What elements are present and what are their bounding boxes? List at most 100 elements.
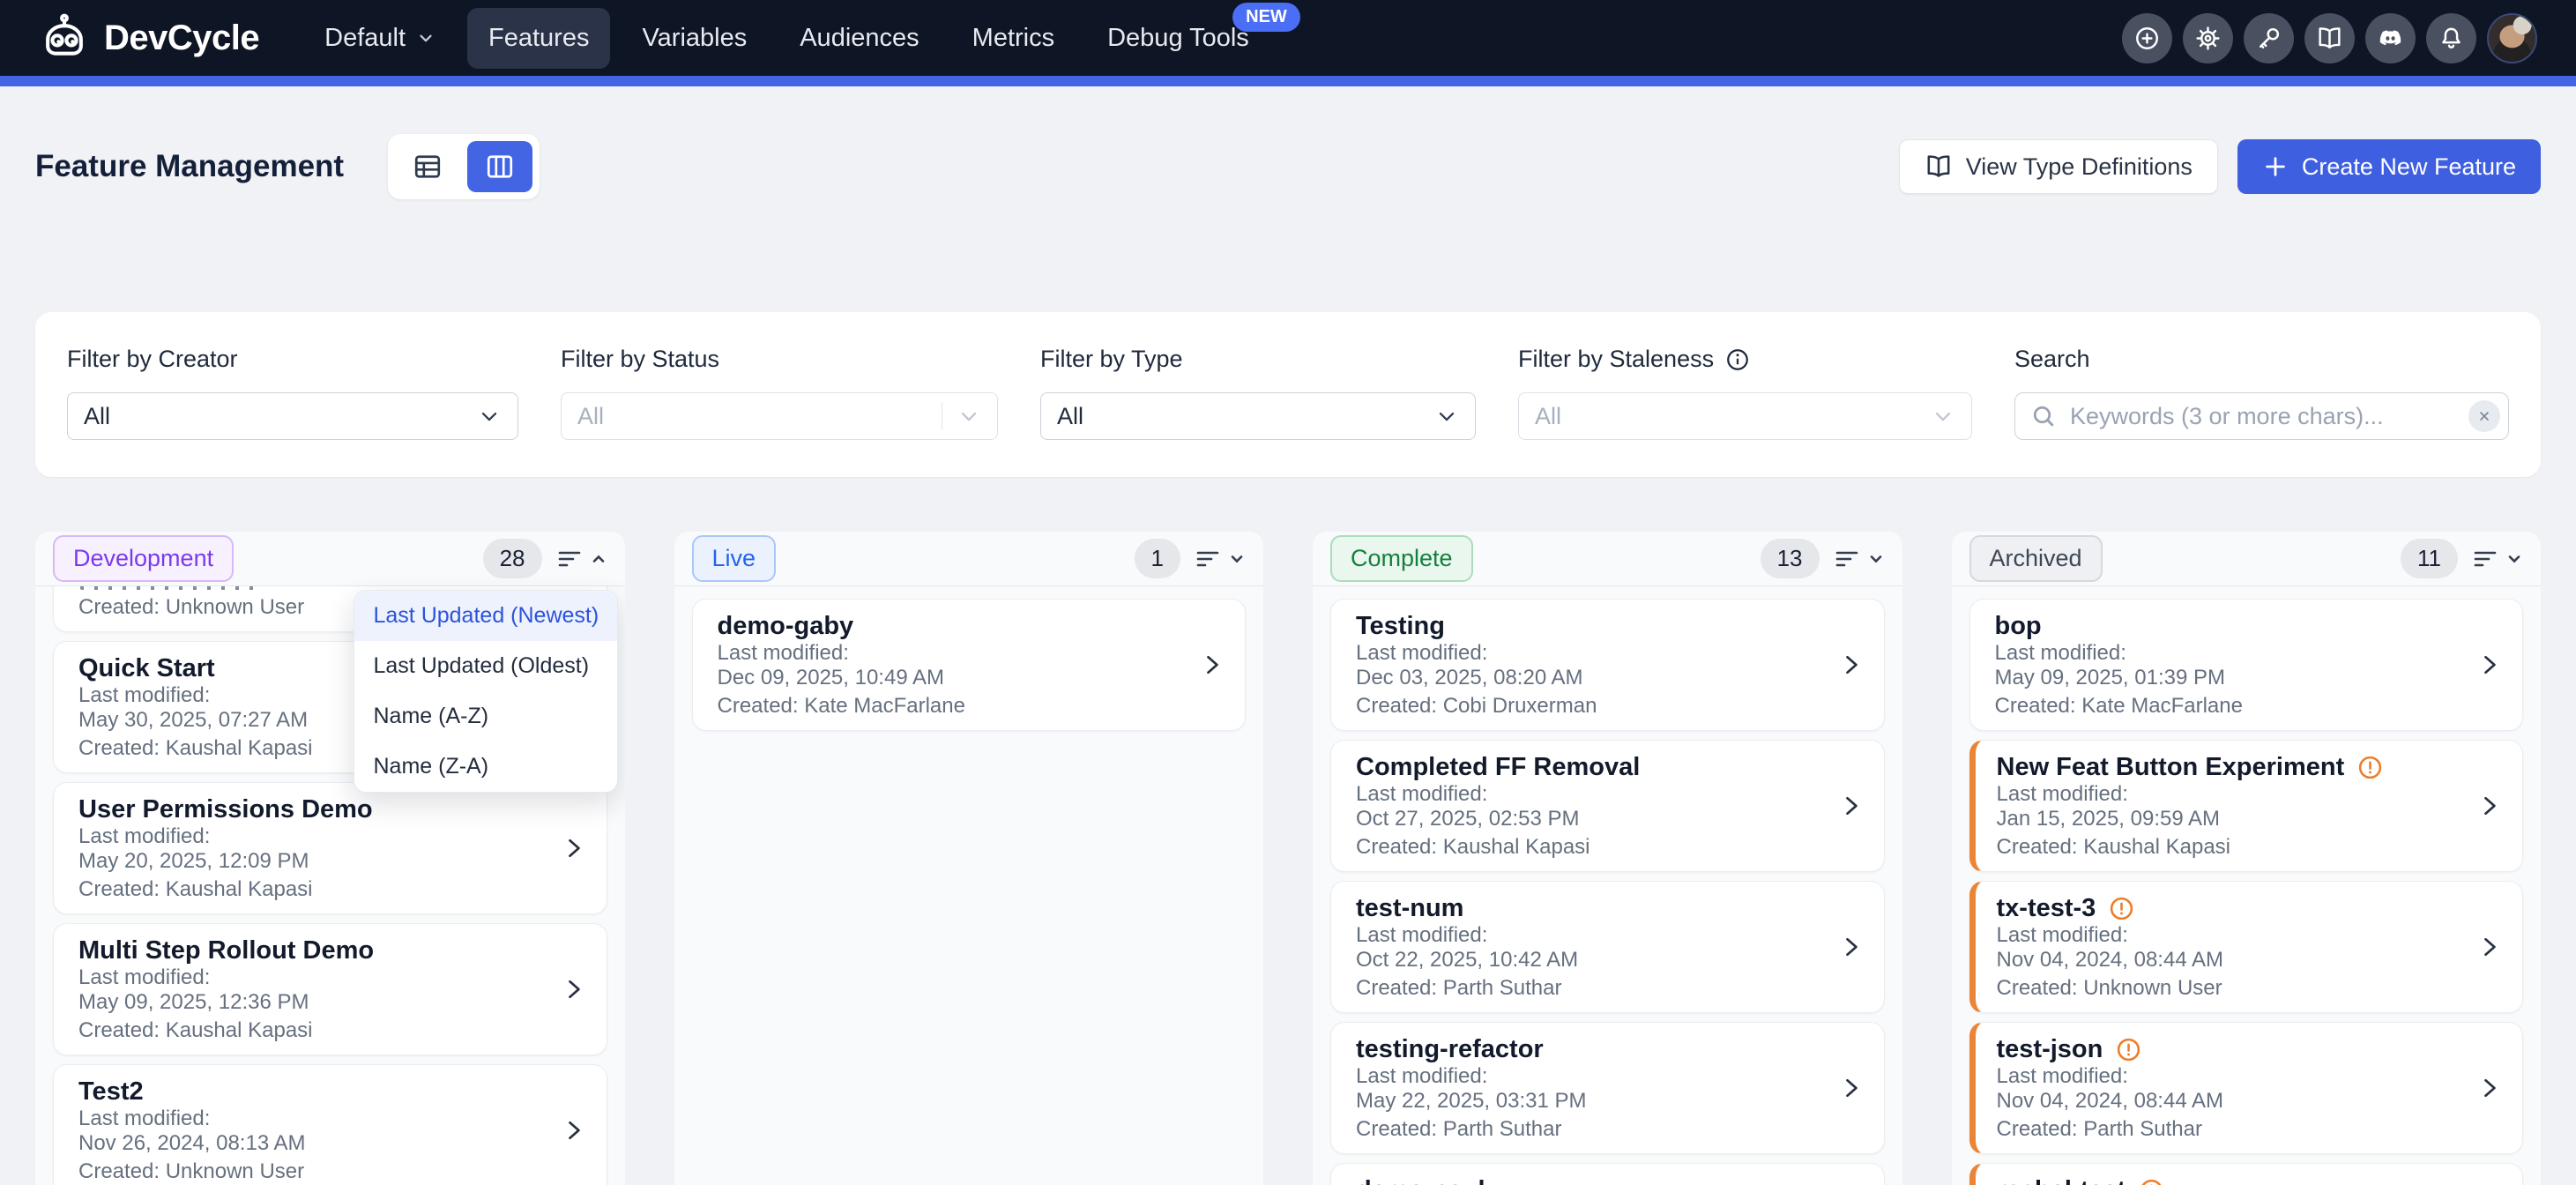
feature-card[interactable]: User Permissions Demo Last modified: May… [53, 782, 607, 914]
feature-card[interactable]: rachel-test [1969, 1163, 2524, 1185]
last-modified-label: Last modified: [1997, 923, 2461, 948]
chevron-right-icon[interactable] [561, 977, 585, 1002]
table-view-button[interactable] [395, 141, 460, 192]
last-modified-label: Last modified: [78, 965, 545, 990]
card-created: Created: Unknown User [1997, 976, 2461, 1001]
filter-creator-select[interactable]: All [67, 392, 518, 440]
column-archived: Archived 11 bop Last modified: May 09, 2… [1952, 532, 2542, 1185]
stale-warning-icon [2138, 1177, 2165, 1185]
app-root: DevCycle Default Features Variables Audi… [0, 0, 2576, 1185]
card-date: Oct 27, 2025, 02:53 PM [1356, 807, 1822, 831]
feature-card[interactable]: Multi Step Rollout Demo Last modified: M… [53, 923, 607, 1055]
navbar-actions [2122, 13, 2537, 63]
column-complete-header: Complete 13 [1313, 532, 1902, 586]
clear-search-button[interactable] [2468, 400, 2500, 432]
card-date: May 09, 2025, 12:36 PM [78, 990, 545, 1015]
api-keys-button[interactable] [2244, 13, 2294, 63]
main-content: Feature Management View Type Definitions… [0, 134, 2576, 1185]
discord-button[interactable] [2365, 13, 2416, 63]
chevron-right-icon[interactable] [2476, 935, 2501, 959]
feature-card[interactable]: test-json Last modified: Nov 04, 2024, 0… [1969, 1022, 2524, 1154]
add-circle-button[interactable] [2122, 13, 2172, 63]
column-live: Live 1 demo-gaby Last modified: Dec 09, … [674, 532, 1264, 1185]
filter-creator-label: Filter by Creator [67, 346, 518, 373]
feature-card[interactable]: tx-test-3 Last modified: Nov 04, 2024, 0… [1969, 881, 2524, 1013]
card-title: test-json [1997, 1036, 2103, 1062]
settings-button[interactable] [2183, 13, 2233, 63]
create-new-feature-button[interactable]: Create New Feature [2237, 139, 2541, 194]
nav-tab-features[interactable]: Features [467, 8, 610, 69]
sort-icon [2474, 549, 2498, 569]
sort-button[interactable] [558, 549, 607, 569]
page-header: Feature Management View Type Definitions… [35, 134, 2541, 199]
sort-icon [1835, 549, 1859, 569]
docs-button[interactable] [2304, 13, 2355, 63]
sort-button[interactable] [1196, 549, 1246, 569]
feature-card[interactable]: Completed FF Removal Last modified: Oct … [1330, 740, 1885, 872]
filter-staleness-select[interactable]: All [1518, 392, 1972, 440]
user-avatar[interactable] [2487, 13, 2537, 63]
notifications-button[interactable] [2426, 13, 2476, 63]
feature-card[interactable]: Test2 Last modified: Nov 26, 2024, 08:13… [53, 1064, 607, 1185]
card-date: Jan 15, 2025, 09:59 AM [1997, 807, 2461, 831]
search-label: Search [2014, 346, 2509, 373]
chevron-right-icon[interactable] [1199, 652, 1224, 677]
feature-card[interactable]: bop Last modified: May 09, 2025, 01:39 P… [1969, 599, 2524, 731]
chevron-right-icon[interactable] [1838, 1076, 1863, 1100]
bell-icon [2438, 25, 2465, 52]
devcycle-logo-icon [39, 12, 90, 63]
nav-tab-metrics[interactable]: Metrics [951, 8, 1076, 69]
feature-card[interactable]: testing-refactor Last modified: May 22, … [1330, 1022, 1885, 1154]
filter-staleness-label: Filter by Staleness [1518, 346, 1972, 373]
new-badge: NEW [1232, 3, 1300, 32]
sort-option-newest[interactable]: Last Updated (Newest) [354, 591, 617, 641]
feature-card[interactable]: test-num Last modified: Oct 22, 2025, 10… [1330, 881, 1885, 1013]
nav-tab-variables[interactable]: Variables [621, 8, 768, 69]
chevron-right-icon[interactable] [2476, 652, 2501, 677]
card-created: Created: Cobi Druxerman [1356, 694, 1822, 719]
filter-type-label: Filter by Type [1040, 346, 1476, 373]
chevron-right-icon[interactable] [2476, 794, 2501, 818]
card-title: Testing [1356, 613, 1445, 639]
chevron-down-icon [477, 404, 502, 429]
chevron-right-icon[interactable] [2476, 1076, 2501, 1100]
status-badge: Development [53, 535, 234, 582]
feature-card[interactable]: demo-paul [1330, 1163, 1885, 1185]
chevron-down-icon [1931, 404, 1955, 429]
kanban-view-button[interactable] [467, 141, 532, 192]
chevron-right-icon[interactable] [561, 836, 585, 861]
nav-tab-audiences[interactable]: Audiences [778, 8, 940, 69]
view-type-definitions-button[interactable]: View Type Definitions [1899, 139, 2218, 194]
feature-card[interactable]: New Feat Button Experiment Last modified… [1969, 740, 2524, 872]
card-title: tx-test-3 [1997, 895, 2096, 921]
feature-card[interactable]: demo-gaby Last modified: Dec 09, 2025, 1… [692, 599, 1247, 731]
kanban-view-icon [484, 151, 516, 183]
column-count: 1 [1135, 539, 1180, 578]
card-date: May 09, 2025, 01:39 PM [1995, 666, 2461, 690]
filter-type-select[interactable]: All [1040, 392, 1476, 440]
status-badge: Archived [1969, 535, 2103, 582]
sort-button[interactable] [2474, 549, 2523, 569]
card-title: New Feat Button Experiment [1997, 754, 2345, 780]
last-modified-label: Last modified: [1356, 923, 1822, 948]
chevron-right-icon[interactable] [1838, 794, 1863, 818]
search-input[interactable] [2014, 392, 2509, 440]
column-live-header: Live 1 [674, 532, 1264, 586]
sort-option-name-za[interactable]: Name (Z-A) [354, 742, 617, 792]
card-list: bop Last modified: May 09, 2025, 01:39 P… [1952, 586, 2542, 1185]
last-modified-label: Last modified: [1356, 1064, 1822, 1089]
sort-option-oldest[interactable]: Last Updated (Oldest) [354, 641, 617, 691]
sort-button[interactable] [1835, 549, 1885, 569]
column-complete: Complete 13 Testing Last modified: Dec 0… [1313, 532, 1902, 1185]
filter-status-select[interactable]: All [561, 392, 998, 440]
chevron-right-icon[interactable] [561, 1118, 585, 1143]
nav-tab-debug-tools[interactable]: Debug Tools NEW [1086, 8, 1270, 69]
brand[interactable]: DevCycle [39, 12, 259, 63]
chevron-right-icon[interactable] [1838, 935, 1863, 959]
project-selector[interactable]: Default [303, 8, 457, 69]
card-list: demo-gaby Last modified: Dec 09, 2025, 1… [674, 586, 1264, 1185]
feature-card[interactable]: Testing Last modified: Dec 03, 2025, 08:… [1330, 599, 1885, 731]
card-title: rachel-test [1997, 1177, 2126, 1185]
sort-option-name-az[interactable]: Name (A-Z) [354, 691, 617, 742]
chevron-right-icon[interactable] [1838, 652, 1863, 677]
